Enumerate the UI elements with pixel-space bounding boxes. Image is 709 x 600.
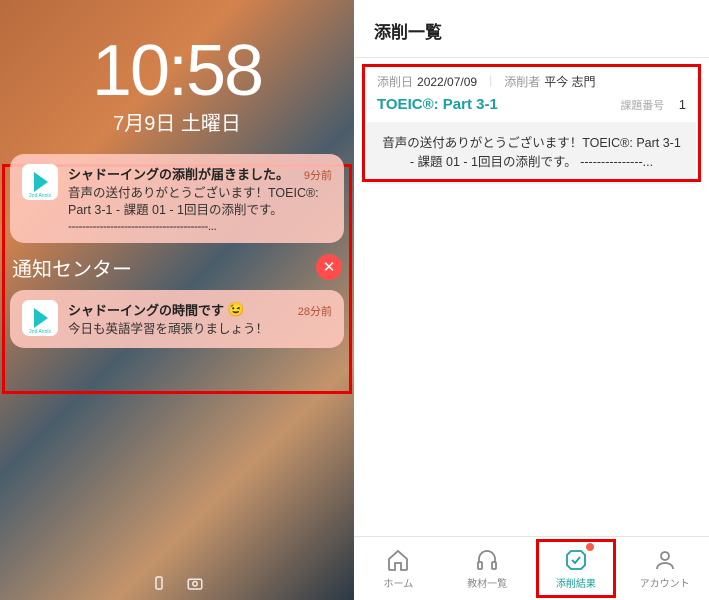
lockscreen-clock: 10:58 7月9日 土曜日 [0,0,354,136]
notification-message: 音声の送付ありがとうございます！TOEIC®: Part 3-1 - 課題 01… [68,185,332,219]
notification-time-ago: 28分前 [298,303,332,319]
play-icon [34,308,48,328]
wink-emoji-icon: 😉 [227,301,244,318]
tab-label: 教材一覧 [467,575,507,590]
tab-results[interactable]: 添削結果 [532,537,621,600]
notification-title: シャドーイングの時間です 😉 [68,300,244,319]
check-badge-icon [563,548,589,572]
tab-materials[interactable]: 教材一覧 [443,537,532,600]
correction-card[interactable]: 添削日2022/07/09 | 添削者平今 志門 TOEIC®: Part 3-… [366,68,697,185]
notification-item[interactable]: 2nd Annix シャドーイングの添削が届きました。 9分前 音声の送付ありが… [10,154,344,243]
tab-label: アカウント [640,575,690,590]
time: 10:58 [0,30,354,112]
notification-badge-icon [586,543,594,551]
tab-bar: ホーム 教材一覧 添削結果 アカウント [354,536,709,600]
headphones-icon [474,548,500,572]
tab-label: ホーム [384,575,414,590]
user-icon [652,548,678,572]
page-title: 添削一覧 [374,18,689,43]
notification-time-ago: 9分前 [304,167,332,183]
lockscreen-bottom-icons [0,574,354,592]
notification-item[interactable]: 2nd Annix シャドーイングの時間です 😉 28分前 今日も英語学習を頑張… [10,290,344,348]
camera-icon[interactable] [186,574,204,592]
reviewer-label: 添削者平今 志門 [504,73,595,90]
notification-separator: ----------------------------------------… [68,219,332,233]
notification-message: 今日も英語学習を頑張りましょう！ [68,321,332,338]
notification-title: シャドーイングの添削が届きました。 [68,164,289,183]
card-body: 音声の送付ありがとうございます！TOEIC®: Part 3-1 - 課題 01… [367,122,696,184]
tab-account[interactable]: アカウント [620,537,709,600]
date-label: 添削日2022/07/09 [377,73,477,90]
lockscreen: 10:58 7月9日 土曜日 2nd Annix シャドーイングの添削が届きまし… [0,0,354,600]
date: 7月9日 土曜日 [0,107,354,136]
card-meta: 添削日2022/07/09 | 添削者平今 志門 [367,69,696,96]
app-icon: 2nd Annix [22,300,58,336]
app-content: 添削日2022/07/09 | 添削者平今 志門 TOEIC®: Part 3-… [354,58,709,536]
app-header: 添削一覧 [354,0,709,58]
home-icon [385,548,411,572]
app-screen: 添削一覧 添削日2022/07/09 | 添削者平今 志門 TOEIC®: Pa… [354,0,709,600]
play-icon [34,172,48,192]
flashlight-icon[interactable] [150,574,168,592]
app-icon: 2nd Annix [22,164,58,200]
task-number: 課題番号 1 [620,96,686,114]
card-title: TOEIC®: Part 3-1 [377,96,498,113]
tab-label: 添削結果 [556,575,596,590]
tab-home[interactable]: ホーム [354,537,443,600]
